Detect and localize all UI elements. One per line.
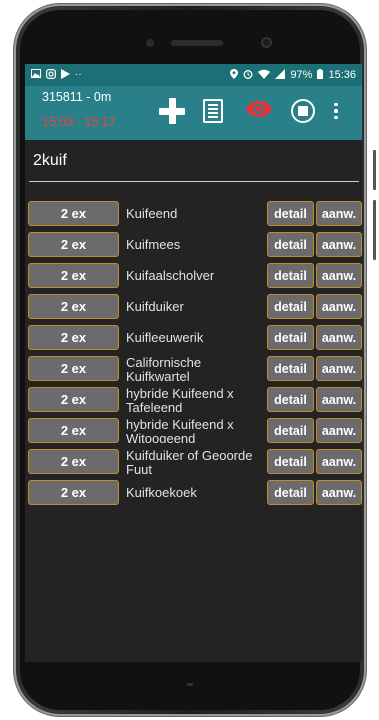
count-button[interactable]: 2 ex (28, 356, 119, 381)
front-camera (261, 37, 272, 48)
detail-button[interactable]: detail (267, 232, 314, 257)
detail-button[interactable]: detail (267, 480, 314, 505)
list-item: 2 ex Kuifkoekoek detail aanw. (25, 477, 362, 508)
overflow-menu-button[interactable] (328, 96, 344, 126)
stop-button[interactable] (288, 96, 318, 126)
visibility-button[interactable] (244, 96, 274, 126)
species-name: Kuifkoekoek (126, 484, 197, 500)
count-button[interactable]: 2 ex (28, 418, 119, 443)
earpiece-speaker (171, 40, 223, 46)
list-item: 2 ex Kuifduiker of Geoorde Fuut detail aanw… (25, 446, 362, 477)
list-button[interactable] (198, 96, 228, 126)
count-button[interactable]: 2 ex (28, 449, 119, 474)
power-button (373, 200, 376, 260)
clock: 15:36 (328, 69, 356, 81)
add-button[interactable] (157, 96, 187, 126)
aanw-button[interactable]: aanw. (316, 294, 362, 319)
app-bar: 315811 - 0m 15:03 - 15:17 (25, 86, 362, 140)
species-name: Kuifleeuwerik (126, 329, 204, 345)
aanw-button[interactable]: aanw. (316, 449, 362, 474)
session-time: 15:03 - 15:17 (42, 115, 116, 129)
list-item: 2 ex hybride Kuifeend x Tafeleend detail aa… (25, 384, 362, 415)
species-name: hybride Kuifeend x Witoogeend (126, 418, 234, 443)
document-icon (203, 99, 223, 123)
play-store-icon (61, 68, 70, 82)
screen: ·· 97% 15:36 315811 - 0m 15:03 - 15:17 2… (25, 64, 362, 662)
detail-button[interactable]: detail (267, 418, 314, 443)
species-name: Kuifmees (126, 236, 181, 252)
count-button[interactable]: 2 ex (28, 325, 119, 350)
detail-button[interactable]: detail (267, 263, 314, 288)
list-item: 2 ex Kuifeend detail aanw. (25, 198, 362, 229)
aanw-button[interactable]: aanw. (316, 201, 362, 226)
count-button[interactable]: 2 ex (28, 232, 119, 257)
detail-button[interactable]: detail (267, 387, 314, 412)
species-name: Kuifduiker of Geoorde Fuut (126, 449, 253, 474)
session-id: 315811 - 0m (42, 90, 112, 104)
aanw-button[interactable]: aanw. (316, 418, 362, 443)
count-button[interactable]: 2 ex (28, 201, 119, 226)
species-name: Californische Kuifkwartel (126, 356, 202, 381)
species-name: Kuifeend (126, 205, 178, 221)
plus-icon (159, 98, 185, 124)
count-button[interactable]: 2 ex (28, 263, 119, 288)
count-button[interactable]: 2 ex (28, 480, 119, 505)
aanw-button[interactable]: aanw. (316, 263, 362, 288)
aanw-button[interactable]: aanw. (316, 232, 362, 257)
list-item: 2 ex Kuifduiker detail aanw. (25, 291, 362, 322)
volume-button (373, 150, 376, 190)
species-name: hybride Kuifeend x Tafeleend (126, 387, 234, 412)
image-icon (31, 69, 41, 81)
aanw-button[interactable]: aanw. (316, 387, 362, 412)
list-item: 2 ex Kuifaalscholver detail aanw. (25, 260, 362, 291)
aanw-button[interactable]: aanw. (316, 356, 362, 381)
list-item: 2 ex Kuifleeuwerik detail aanw. (25, 322, 362, 353)
alarm-icon (243, 69, 253, 82)
list-item: 2 ex Californische Kuifkwartel detail aanw. (25, 353, 362, 384)
search-underline (29, 181, 359, 182)
list-item: 2 ex Kuifmees detail aanw. (25, 229, 362, 260)
aanw-button[interactable]: aanw. (316, 325, 362, 350)
count-button[interactable]: 2 ex (28, 387, 119, 412)
overflow-menu-icon (334, 102, 338, 120)
count-button[interactable]: 2 ex (28, 294, 119, 319)
wifi-icon (258, 69, 271, 82)
search-input[interactable]: 2kuif (33, 152, 67, 170)
species-name: Kuifaalscholver (126, 267, 215, 283)
detail-button[interactable]: detail (267, 294, 314, 319)
location-icon (230, 68, 239, 82)
species-name: Kuifduiker (126, 298, 184, 314)
battery-icon (317, 68, 324, 82)
species-list: 2 ex Kuifeend detail aanw. 2 ex Kuifmees detai… (25, 198, 362, 508)
detail-button[interactable]: detail (267, 356, 314, 381)
detail-button[interactable]: detail (267, 325, 314, 350)
stop-icon (291, 99, 315, 123)
aanw-button[interactable]: aanw. (316, 480, 362, 505)
signal-icon (275, 68, 286, 82)
detail-button[interactable]: detail (267, 449, 314, 474)
battery-percentage: 97% (290, 69, 313, 81)
list-item: 2 ex hybride Kuifeend x Witoogeend detail a… (25, 415, 362, 446)
detail-button[interactable]: detail (267, 201, 314, 226)
front-sensor (146, 39, 154, 47)
home-indicator (187, 683, 193, 686)
instagram-icon (46, 68, 57, 82)
eye-icon (245, 100, 273, 123)
status-bar: ·· 97% 15:36 (25, 64, 362, 86)
more-icon: ·· (75, 69, 82, 80)
